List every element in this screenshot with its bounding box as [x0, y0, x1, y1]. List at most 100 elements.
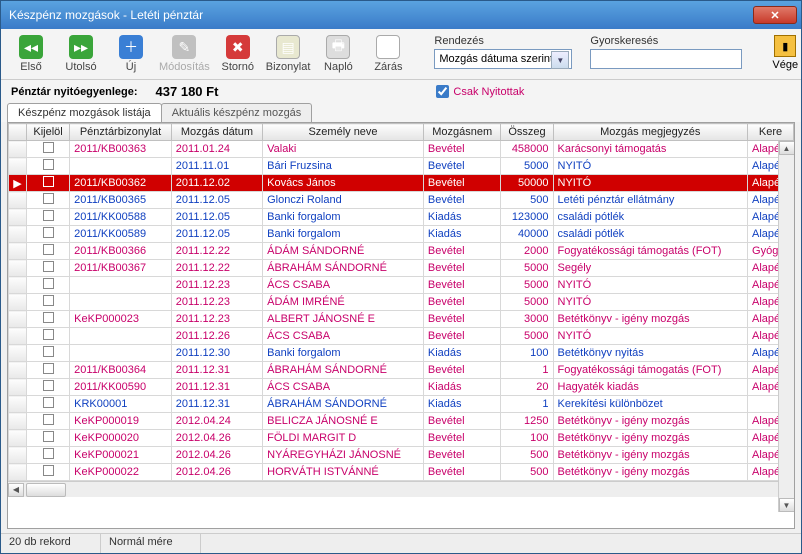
only-open-input[interactable] [436, 85, 449, 98]
select-cell[interactable] [27, 396, 70, 413]
status-mode: Normál mére [101, 534, 201, 553]
receipt-cell [70, 277, 172, 294]
select-cell[interactable] [27, 175, 70, 192]
table-row[interactable]: KeKP0000232011.12.23ALBERT JÁNOSNÉ EBevé… [9, 311, 794, 328]
date-cell: 2011.12.23 [171, 277, 262, 294]
balance-value: 437 180 Ft [156, 84, 219, 99]
table-row[interactable]: KeKP0000192012.04.24BELICZA JÁNOSNÉ EBev… [9, 413, 794, 430]
close-button[interactable]: ✔Zárás [366, 35, 410, 73]
horizontal-scrollbar[interactable]: ◀ ▶ [8, 481, 794, 497]
table-row[interactable]: 2011.12.30Banki forgalomKiadás100Betétkö… [9, 345, 794, 362]
note-cell: Kerekítési különbözet [553, 396, 748, 413]
scroll-down-button[interactable]: ▼ [779, 498, 795, 512]
type-cell: Bevétel [423, 464, 501, 481]
first-button[interactable]: ◂◂Első [9, 35, 53, 73]
table-row[interactable]: 2011.12.23ÁCS CSABABevétel5000NYITÓAlapé… [9, 277, 794, 294]
select-cell[interactable] [27, 413, 70, 430]
tab-current[interactable]: Aktuális készpénz mozgás [161, 103, 313, 122]
edit-button[interactable]: ✎Módosítás [159, 35, 210, 73]
date-cell: 2011.12.31 [171, 362, 262, 379]
tab-list[interactable]: Készpénz mozgások listája [7, 103, 162, 122]
note-cell: NYITÓ [553, 294, 748, 311]
select-cell[interactable] [27, 379, 70, 396]
receipt-cell [70, 294, 172, 311]
table-row[interactable]: 2011.12.23ÁDÁM IMRÉNÉBevétel5000NYITÓAla… [9, 294, 794, 311]
table-row[interactable]: 2011/KK005902011.12.31ÁCS CSABAKiadás20H… [9, 379, 794, 396]
name-cell: ÁBRAHÁM SÁNDORNÉ [263, 260, 424, 277]
row-marker [9, 345, 27, 362]
receipt-cell [70, 328, 172, 345]
table-row[interactable]: 2011/KK005892011.12.05Banki forgalomKiad… [9, 226, 794, 243]
col-header[interactable]: Kere [748, 124, 794, 141]
vertical-scrollbar[interactable]: ▲ ▼ [778, 141, 794, 512]
table-row[interactable]: KeKP0000212012.04.26NYÁREGYHÁZI JÁNOSNÉB… [9, 447, 794, 464]
storno-button[interactable]: ✖Stornó [216, 35, 260, 73]
printer-icon: 🖶 [326, 35, 350, 59]
select-cell[interactable] [27, 277, 70, 294]
select-cell[interactable] [27, 243, 70, 260]
select-cell[interactable] [27, 464, 70, 481]
select-cell[interactable] [27, 226, 70, 243]
select-cell[interactable] [27, 328, 70, 345]
scroll-up-button[interactable]: ▲ [779, 141, 795, 155]
type-cell: Bevétel [423, 141, 501, 158]
scroll-thumb[interactable] [26, 483, 66, 497]
col-header[interactable]: Kijelöl [27, 124, 70, 141]
table-row[interactable]: 2011/KB003652011.12.05Glonczi RolandBevé… [9, 192, 794, 209]
table-row[interactable]: 2011/KK005882011.12.05Banki forgalomKiad… [9, 209, 794, 226]
table-row[interactable]: 2011.11.01Bári FruzsinaBevétel5000NYITÓA… [9, 158, 794, 175]
date-cell: 2011.12.05 [171, 209, 262, 226]
receipt-cell: KeKP000019 [70, 413, 172, 430]
select-cell[interactable] [27, 141, 70, 158]
row-marker [9, 243, 27, 260]
name-cell: Banki forgalom [263, 209, 424, 226]
table-row[interactable]: KeKP0000222012.04.26HORVÁTH ISTVÁNNÉBevé… [9, 464, 794, 481]
table-row[interactable]: KeKP0000202012.04.26FÖLDI MARGIT DBevéte… [9, 430, 794, 447]
select-cell[interactable] [27, 209, 70, 226]
amount-cell: 458000 [501, 141, 553, 158]
col-header[interactable]: Személy neve [263, 124, 424, 141]
receipt-cell: 2011/KB00362 [70, 175, 172, 192]
select-cell[interactable] [27, 447, 70, 464]
amount-cell: 1 [501, 396, 553, 413]
date-cell: 2011.12.31 [171, 396, 262, 413]
select-cell[interactable] [27, 192, 70, 209]
receipt-button[interactable]: ▤Bizonylat [266, 35, 311, 73]
select-cell[interactable] [27, 311, 70, 328]
col-header[interactable]: Mozgás megjegyzés [553, 124, 748, 141]
amount-cell: 50000 [501, 175, 553, 192]
type-cell: Bevétel [423, 243, 501, 260]
table-row[interactable]: ▶2011/KB003622011.12.02Kovács JánosBevét… [9, 175, 794, 192]
record-count: 20 db rekord [1, 534, 101, 553]
close-window-button[interactable]: ✕ [753, 6, 797, 24]
amount-cell: 5000 [501, 260, 553, 277]
select-cell[interactable] [27, 430, 70, 447]
type-cell: Kiadás [423, 396, 501, 413]
select-cell[interactable] [27, 362, 70, 379]
table-row[interactable]: 2011/KB003642011.12.31ÁBRAHÁM SÁNDORNÉBe… [9, 362, 794, 379]
amount-cell: 500 [501, 464, 553, 481]
col-header[interactable]: Összeg [501, 124, 553, 141]
select-cell[interactable] [27, 260, 70, 277]
sort-select[interactable]: Mozgás dátuma szerint [434, 49, 572, 69]
select-cell[interactable] [27, 345, 70, 362]
scroll-left-button[interactable]: ◀ [8, 483, 24, 497]
table-row[interactable]: 2011/KB003632011.01.24ValakiBevétel45800… [9, 141, 794, 158]
table-row[interactable]: 2011/KB003672011.12.22ÁBRAHÁM SÁNDORNÉBe… [9, 260, 794, 277]
col-header[interactable]: Mozgás dátum [171, 124, 262, 141]
select-cell[interactable] [27, 158, 70, 175]
last-button[interactable]: ▸▸Utolsó [59, 35, 103, 73]
search-input[interactable] [590, 49, 742, 69]
col-header[interactable]: Pénztárbizonylat [70, 124, 172, 141]
new-button[interactable]: ＋Új [109, 35, 153, 73]
table-row[interactable]: 2011/KB003662011.12.22ÁDÁM SÁNDORNÉBevét… [9, 243, 794, 260]
note-cell: családi pótlék [553, 209, 748, 226]
only-open-checkbox[interactable]: Csak Nyitottak [436, 85, 524, 98]
table-row[interactable]: 2011.12.26ÁCS CSABABevétel5000NYITÓAlapé… [9, 328, 794, 345]
col-header[interactable]: Mozgásnem [423, 124, 501, 141]
log-button[interactable]: 🖶Napló [316, 35, 360, 73]
table-row[interactable]: KRK000012011.12.31ÁBRAHÁM SÁNDORNÉKiadás… [9, 396, 794, 413]
amount-cell: 500 [501, 192, 553, 209]
select-cell[interactable] [27, 294, 70, 311]
end-button[interactable]: ▮ Vége [772, 35, 798, 71]
